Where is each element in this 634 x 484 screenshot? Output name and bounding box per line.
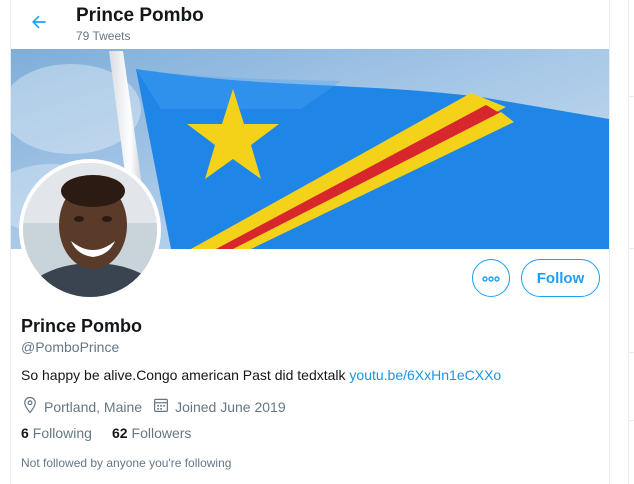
followers-count[interactable]: 62 Followers	[112, 425, 191, 441]
profile-name: Prince Pombo	[21, 316, 143, 336]
followers-label: Followers	[131, 425, 192, 441]
joined-text: Joined June 2019	[175, 398, 286, 415]
location-item: Portland, Maine	[21, 396, 142, 417]
location-pin-icon	[21, 396, 44, 417]
back-arrow-icon	[29, 12, 49, 37]
profile-column: Prince Pombo 79 Tweets Follow Prince Pom…	[10, 0, 610, 484]
profile-bio: So happy be alive.Congo american Past di…	[21, 367, 501, 383]
profile-photo	[23, 163, 157, 297]
back-button[interactable]	[22, 7, 56, 41]
following-value: 6	[21, 425, 29, 441]
followed-by-note: Not followed by anyone you're following	[21, 456, 232, 470]
followers-value: 62	[111, 425, 128, 441]
calendar-icon	[152, 396, 175, 417]
more-options-icon	[482, 269, 500, 287]
profile-meta: Portland, Maine Joined June 2019	[21, 396, 296, 417]
following-count[interactable]: 6 Following	[21, 425, 92, 441]
header-title: Prince Pombo	[76, 5, 204, 26]
bio-link[interactable]: youtu.be/6XxHn1eCXXo	[349, 367, 501, 383]
following-label: Following	[32, 425, 92, 441]
follow-button[interactable]: Follow	[521, 259, 600, 297]
profile-handle: @PomboPrince	[21, 339, 120, 355]
joined-item: Joined June 2019	[152, 396, 286, 417]
right-sidebar-edge	[628, 0, 634, 484]
avatar[interactable]	[19, 159, 161, 301]
profile-header: Prince Pombo 79 Tweets	[11, 0, 609, 48]
bio-text: So happy be alive.Congo american Past di…	[21, 367, 350, 383]
location-text: Portland, Maine	[44, 398, 143, 415]
more-options-button[interactable]	[472, 259, 510, 297]
tweet-count: 79 Tweets	[76, 29, 131, 43]
follow-counts: 6 Following 62 Followers	[21, 425, 211, 441]
